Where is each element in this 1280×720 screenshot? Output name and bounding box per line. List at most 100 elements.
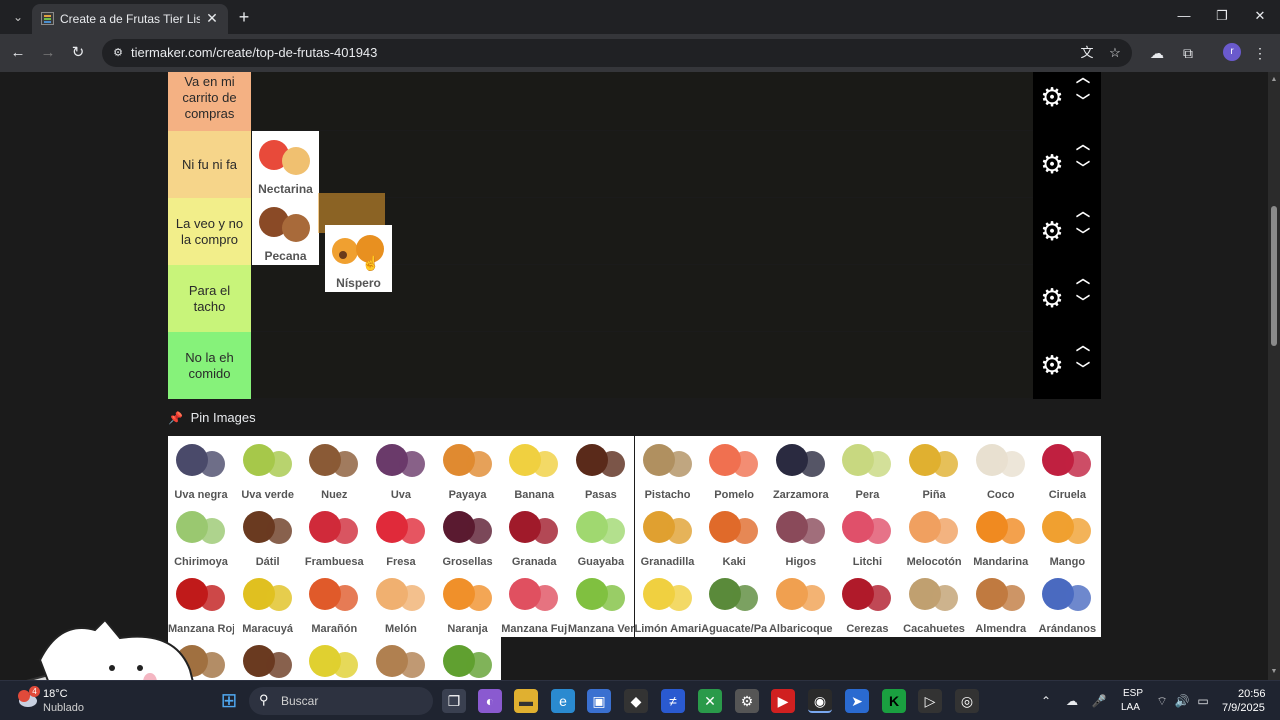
address-bar[interactable]: ⚙ tiermaker.com/create/top-de-frutas-401…: [102, 39, 1132, 67]
file-explorer-icon[interactable]: ▬: [514, 689, 538, 713]
tray-chevron-icon[interactable]: ⌃: [1037, 692, 1055, 710]
pool-item-tile[interactable]: [434, 637, 502, 680]
move-tier-down-chevron-icon[interactable]: ﹀: [1073, 92, 1093, 110]
pool-item-tile[interactable]: Pasas: [567, 436, 635, 503]
tier-label[interactable]: Para el tacho: [168, 265, 251, 332]
pool-item-tile[interactable]: [301, 637, 368, 680]
dragging-tile[interactable]: Níspero: [325, 225, 392, 292]
pool-item-tile[interactable]: Ciruela: [1034, 436, 1101, 503]
app-blue-icon[interactable]: ≠: [661, 689, 685, 713]
edge-icon[interactable]: e: [551, 689, 575, 713]
microphone-icon[interactable]: 🎤: [1090, 692, 1108, 710]
tier-label[interactable]: Va en mi carrito de compras: [168, 72, 251, 131]
move-tier-down-chevron-icon[interactable]: ﹀: [1073, 159, 1093, 177]
pool-item-tile[interactable]: Chirimoya: [168, 503, 235, 570]
pool-item-tile[interactable]: Melocotón: [901, 503, 968, 570]
pool-item-tile[interactable]: Banana: [501, 436, 568, 503]
pool-item-tile[interactable]: Maracuyá: [234, 570, 302, 637]
reload-button[interactable]: ↻: [67, 42, 89, 64]
copilot-icon[interactable]: ◐: [478, 689, 502, 713]
pool-item-tile[interactable]: Cacahuetes: [901, 570, 968, 637]
pool-item-tile[interactable]: Arándanos: [1034, 570, 1101, 637]
tier-item-tile[interactable]: Pecana: [252, 198, 319, 265]
move-tier-down-chevron-icon[interactable]: ﹀: [1073, 293, 1093, 311]
pool-item-tile[interactable]: Guayaba: [567, 503, 635, 570]
pool-item-tile[interactable]: [367, 637, 435, 680]
pool-item-tile[interactable]: Naranja: [434, 570, 502, 637]
extensions-puzzle-icon[interactable]: ⧉: [1178, 43, 1198, 63]
app-cube-icon[interactable]: ◆: [624, 689, 648, 713]
language-bottom[interactable]: LAA: [1121, 702, 1140, 713]
tier-settings-gear-icon[interactable]: ⚙: [1039, 352, 1065, 378]
tier-label[interactable]: La veo y no la compro: [168, 198, 251, 265]
profile-avatar[interactable]: r: [1223, 43, 1241, 61]
pool-item-tile[interactable]: Zarzamora: [767, 436, 835, 503]
pool-item-tile[interactable]: Granada: [501, 503, 568, 570]
pool-item-tile[interactable]: Pistacho: [634, 436, 702, 503]
pool-item-tile[interactable]: Payaya: [434, 436, 502, 503]
tier-settings-gear-icon[interactable]: ⚙: [1039, 84, 1065, 110]
move-tier-up-chevron-icon[interactable]: ︿: [1073, 336, 1093, 354]
back-button[interactable]: ←: [7, 42, 29, 64]
move-tier-up-chevron-icon[interactable]: ︿: [1073, 269, 1093, 287]
pool-item-tile[interactable]: Granadilla: [634, 503, 702, 570]
pool-item-tile[interactable]: Uva: [367, 436, 435, 503]
pool-item-tile[interactable]: Grosellas: [434, 503, 502, 570]
pool-item-tile[interactable]: Cerezas: [834, 570, 902, 637]
pool-item-tile[interactable]: Pera: [834, 436, 902, 503]
pool-item-tile[interactable]: Pomelo: [701, 436, 768, 503]
pool-item-tile[interactable]: Dátil: [234, 503, 302, 570]
wifi-icon[interactable]: ⌔: [1153, 692, 1171, 710]
scroll-down-arrow-icon[interactable]: ▼: [1270, 668, 1278, 676]
scroll-thumb[interactable]: [1271, 206, 1277, 346]
move-tier-down-chevron-icon[interactable]: ﹀: [1073, 360, 1093, 378]
pool-item-tile[interactable]: Nuez: [301, 436, 368, 503]
pool-item-tile[interactable]: Fresa: [367, 503, 435, 570]
tier-drop-zone[interactable]: [252, 72, 1033, 131]
settings-gear-icon[interactable]: ⚙: [735, 689, 759, 713]
battery-icon[interactable]: ▭: [1194, 692, 1212, 710]
browser-tab[interactable]: Create a de Frutas Tier List - Tie ✕: [32, 4, 228, 34]
pool-item-tile[interactable]: Almendra: [967, 570, 1035, 637]
pool-item-tile[interactable]: Litchi: [834, 503, 902, 570]
taskbar-search[interactable]: ⚲ Buscar: [249, 687, 433, 715]
pool-item-tile[interactable]: Coco: [967, 436, 1035, 503]
pool-item-tile[interactable]: Uva verde: [234, 436, 302, 503]
windows-start-icon[interactable]: ⊞: [217, 689, 241, 713]
tier-label[interactable]: Ni fu ni fa: [168, 131, 251, 198]
onedrive-icon[interactable]: ☁: [1063, 692, 1081, 710]
restore-button[interactable]: ❐: [1209, 6, 1235, 26]
clock-date[interactable]: 7/9/2025: [1222, 702, 1265, 714]
pool-item-tile[interactable]: Higos: [767, 503, 835, 570]
store-icon[interactable]: ▣: [587, 689, 611, 713]
extension-cloud-icon[interactable]: ☁: [1147, 43, 1167, 63]
app-red-dot-icon[interactable]: ◎: [955, 689, 979, 713]
xbox-icon[interactable]: ✕: [698, 689, 722, 713]
new-tab-button[interactable]: +: [234, 7, 254, 27]
pin-images-header[interactable]: 📌 Pin Images: [168, 410, 256, 428]
tier-settings-gear-icon[interactable]: ⚙: [1039, 218, 1065, 244]
pool-item-tile[interactable]: Frambuesa: [301, 503, 368, 570]
pool-item-tile[interactable]: Manzana Fuji: [501, 570, 568, 637]
close-tab-icon[interactable]: ✕: [204, 10, 220, 26]
pool-item-tile[interactable]: Piña: [901, 436, 968, 503]
tier-settings-gear-icon[interactable]: ⚙: [1039, 285, 1065, 311]
tier-label[interactable]: No la eh comido: [168, 332, 251, 399]
tier-item-tile[interactable]: Nectarina: [252, 131, 319, 198]
pool-item-tile[interactable]: Kaki: [701, 503, 768, 570]
pool-item-tile[interactable]: Uva negra: [168, 436, 235, 503]
translate-icon[interactable]: 文: [1078, 44, 1096, 62]
chrome-icon[interactable]: ◉: [808, 689, 832, 713]
kick-icon[interactable]: K: [882, 689, 906, 713]
move-tier-up-chevron-icon[interactable]: ︿: [1073, 202, 1093, 220]
volume-icon[interactable]: 🔊: [1173, 692, 1191, 710]
pool-item-tile[interactable]: Albaricoque: [767, 570, 835, 637]
tier-settings-gear-icon[interactable]: ⚙: [1039, 151, 1065, 177]
pool-item-tile[interactable]: [234, 637, 302, 680]
pool-item-tile[interactable]: Manzana Verde: [567, 570, 635, 637]
minimize-button[interactable]: —: [1171, 6, 1197, 26]
bookmark-star-icon[interactable]: ☆: [1106, 44, 1124, 62]
task-view-icon[interactable]: ❐: [442, 689, 466, 713]
language-top[interactable]: ESP: [1123, 688, 1143, 699]
pool-item-tile[interactable]: Limón Amarillo: [634, 570, 702, 637]
